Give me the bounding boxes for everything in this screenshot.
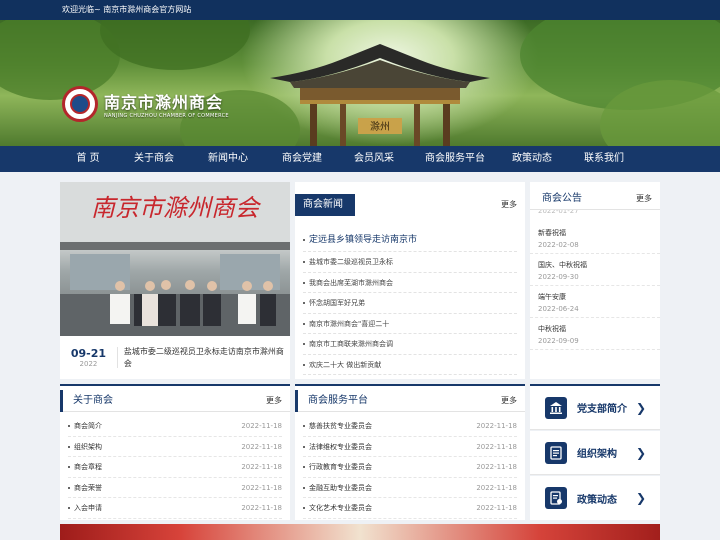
news-panel-header: 商会新闻 更多 [295,194,525,216]
announcement-item[interactable]: 中秋祝福 2022-09-09 [530,318,660,350]
about-item[interactable]: 商会荣誉 2022-11-18 [68,478,282,498]
site-logo[interactable]: 南京市滁州商会 NANJING CHUZHOU CHAMBER OF COMME… [62,86,229,122]
building-icon [545,396,567,419]
service-title: 商会服务平台 [295,390,368,412]
announcement-header: 商会公告 更多 [530,188,660,210]
announcement-partial-date: 2022-01-27 [538,210,579,215]
featured-news[interactable]: 南京市滁州商会 09-21 2022 盐城市委二级巡视员卫永标走访南京市滁州商会 [60,182,290,379]
pavilion-illustration: 滁州 [270,44,490,146]
about-title: 关于商会 [60,390,113,412]
news-item[interactable]: 南京市工商联来滁州商会调 [303,334,517,355]
header-banner: 滁州 南京市滁州商会 NANJING CHUZHOU CHAMBER OF CO… [0,20,720,146]
chamber-seal-icon [62,86,98,122]
main-nav: 首 页 关于商会 新闻中心 商会党建 会员风采 商会服务平台 政策动态 联系我们 [0,146,720,172]
quick-link-label: 党支部简介 [577,404,627,415]
news-item[interactable]: 南京市滁州商会"喜迎二十 [303,314,517,334]
service-item[interactable]: 行政教育专业委员会 2022-11-18 [303,457,517,478]
chevron-right-icon: ❯ [635,491,646,505]
service-item[interactable]: 文化艺术专业委员会 2022-11-18 [303,498,517,519]
policy-icon [545,487,567,509]
featured-news-date-md: 09-21 [70,347,107,360]
quick-link-policy[interactable]: 政策动态 ❯ [530,476,660,520]
nav-item-contact[interactable]: 联系我们 [564,146,644,172]
pavilion-plaque-text: 滁州 [370,120,390,133]
about-list: 商会简介 2022-11-18 组织架构 2022-11-18 商会章程 2022-1… [60,416,290,519]
news-more-link[interactable]: 更多 [501,199,517,210]
service-header: 商会服务平台 更多 [295,390,525,412]
featured-news-image[interactable]: 南京市滁州商会 [60,182,290,336]
foliage [100,20,250,70]
top-bar: 欢迎光临~ 南京市滁州商会官方网站 [0,0,720,20]
about-panel: 关于商会 更多 商会简介 2022-11-18 组织架构 2022-11-18 商会… [60,384,290,520]
service-panel: 商会服务平台 更多 慈善扶贫专业委员会 2022-11-18 法律维权专业委员会 2… [295,384,525,520]
news-panel-title: 商会新闻 [295,194,355,216]
about-item[interactable]: 商会章程 2022-11-18 [68,457,282,478]
about-item[interactable]: 入会申请 2022-11-18 [68,498,282,519]
service-list: 慈善扶贫专业委员会 2022-11-18 法律维权专业委员会 2022-11-18 … [295,416,525,519]
news-panel: 商会新闻 更多 定远县乡镇领导走访南京市 盐城市委二级巡视员卫永标 我商会出席芜… [295,182,525,379]
about-item[interactable]: 商会简介 2022-11-18 [68,416,282,437]
featured-news-date: 09-21 2022 [60,347,118,368]
org-chart-icon [545,441,567,464]
logo-name-cn: 南京市滁州商会 [104,93,224,112]
announcement-item[interactable]: 国庆、中秋祝福 2022-09-30 [530,254,660,286]
news-item[interactable]: 我商会出席芜湖市滁州商会 [303,273,517,293]
chevron-right-icon: ❯ [635,400,646,415]
nav-item-services[interactable]: 商会服务平台 [410,146,500,172]
nav-item-about[interactable]: 关于商会 [118,146,190,172]
about-header: 关于商会 更多 [60,390,290,412]
logo-name-en: NANJING CHUZHOU CHAMBER OF COMMERCE [104,113,229,119]
nav-item-policy[interactable]: 政策动态 [500,146,564,172]
welcome-text: 欢迎光临~ 南京市滁州商会官方网站 [62,5,192,14]
nav-item-home[interactable]: 首 页 [58,146,118,172]
featured-news-title[interactable]: 盐城市委二级巡视员卫永标走访南京市滁州商会 [118,346,290,370]
announcement-panel: 商会公告 更多 2022-01-27 新春祝福 2022-02-08 国庆、中秋祝… [530,182,660,379]
news-list: 定远县乡镇领导走访南京市 盐城市委二级巡视员卫永标 我商会出席芜湖市滁州商会 怀… [295,228,525,375]
quick-link-party[interactable]: 党支部简介 ❯ [530,384,660,430]
service-item[interactable]: 慈善扶贫专业委员会 2022-11-18 [303,416,517,437]
quick-link-org[interactable]: 组织架构 ❯ [530,431,660,475]
featured-news-footer: 09-21 2022 盐城市委二级巡视员卫永标走访南京市滁州商会 [60,336,290,379]
quick-link-label: 组织架构 [577,449,617,460]
announcement-item[interactable]: 新春祝福 2022-02-08 [530,222,660,254]
featured-photo: 南京市滁州商会 [60,182,290,336]
news-item[interactable]: 定远县乡镇领导走访南京市 [303,228,517,252]
featured-news-date-year: 2022 [79,360,98,368]
service-item[interactable]: 金融互助专业委员会 2022-11-18 [303,478,517,498]
about-item[interactable]: 组织架构 2022-11-18 [68,437,282,457]
chevron-right-icon: ❯ [635,445,646,460]
nav-item-members[interactable]: 会员风采 [338,146,410,172]
announcement-more-link[interactable]: 更多 [636,193,652,204]
nav-item-news[interactable]: 新闻中心 [190,146,266,172]
announcement-title: 商会公告 [542,193,582,204]
news-item[interactable]: 盐城市委二级巡视员卫永标 [303,252,517,273]
news-item[interactable]: 欢庆二十大 做出新贡献 [303,355,517,375]
service-more-link[interactable]: 更多 [501,395,517,406]
about-more-link[interactable]: 更多 [266,395,282,406]
service-item[interactable]: 法律维权专业委员会 2022-11-18 [303,437,517,457]
bottom-banner [60,524,660,540]
announcement-item[interactable]: 端午安康 2022-06-24 [530,286,660,318]
quick-link-label: 政策动态 [577,494,617,506]
building-sign-text: 南京市滁州商会 [91,194,262,222]
news-item[interactable]: 怀念胡国军好兄弟 [303,293,517,314]
nav-item-party[interactable]: 商会党建 [266,146,338,172]
